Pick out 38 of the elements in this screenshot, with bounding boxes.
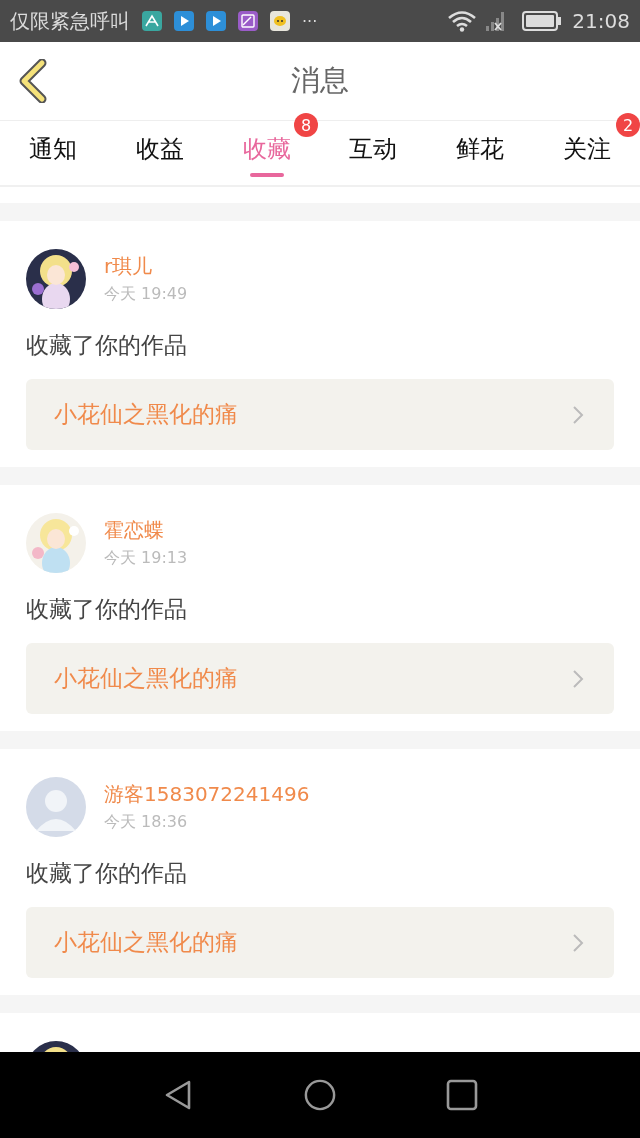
- timestamp: 今天 18:36: [104, 812, 189, 833]
- play-icon: [206, 11, 226, 31]
- back-icon[interactable]: [18, 59, 48, 103]
- app-icon: [142, 11, 162, 31]
- work-link[interactable]: 小花仙之黑化的痛: [26, 643, 614, 714]
- user-name[interactable]: 霍恋蝶: [104, 517, 188, 544]
- chat-icon: [270, 11, 290, 31]
- tab[interactable]: 收益: [136, 121, 184, 167]
- clock: 21:08: [572, 9, 630, 33]
- tab[interactable]: 收藏: [242, 121, 291, 167]
- work-link[interactable]: 小花仙之黑化的痛: [26, 379, 614, 450]
- count-badge: 8: [294, 113, 318, 137]
- more-notifications: ···: [302, 11, 318, 31]
- default-avatar-icon: [26, 777, 86, 837]
- tab[interactable]: 鲜花: [456, 121, 504, 167]
- count-badge: 2: [616, 113, 640, 137]
- home-icon[interactable]: [304, 1079, 336, 1111]
- tab[interactable]: 关注: [562, 121, 611, 167]
- chevron-right-icon: [572, 668, 584, 689]
- recent-apps-icon[interactable]: [446, 1079, 478, 1111]
- chevron-right-icon: [572, 932, 584, 953]
- tab-indicator: [249, 173, 284, 177]
- message-text: 收藏了你的作品: [26, 859, 188, 888]
- gallery-icon: [238, 11, 258, 31]
- play-icon: [174, 11, 194, 31]
- message-text: 收藏了你的作品: [26, 595, 188, 624]
- status-notice: 仅限紧急呼叫: [10, 7, 130, 35]
- tab[interactable]: 互动: [349, 121, 398, 167]
- battery-icon: [522, 10, 563, 32]
- chevron-right-icon: [572, 404, 584, 425]
- page-title: 消息: [291, 62, 349, 99]
- timestamp: 今天 19:13: [104, 548, 188, 569]
- user-name[interactable]: r琪儿: [104, 253, 188, 280]
- message-text: 收藏了你的作品: [26, 331, 188, 360]
- tab[interactable]: 通知: [29, 121, 78, 167]
- timestamp: 今天 19:49: [104, 284, 188, 305]
- user-name[interactable]: 游客1583072241496: [104, 781, 310, 808]
- work-link[interactable]: 小花仙之黑化的痛: [26, 907, 614, 978]
